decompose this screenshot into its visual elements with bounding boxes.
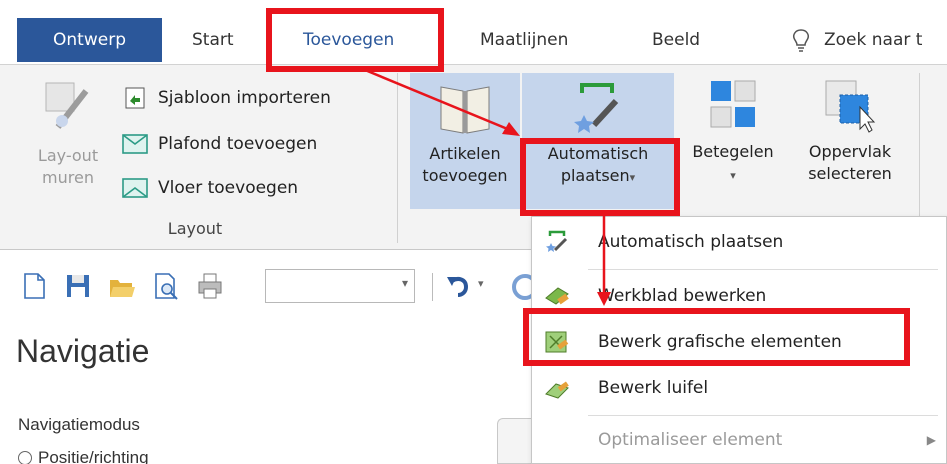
undo-icon[interactable] (444, 271, 472, 301)
lightbulb-icon (793, 29, 809, 52)
ribbon-tab-bar: Ontwerp Start Toevoegen Maatlijnen Beeld… (0, 0, 947, 64)
menu-item-edit-graphic-elements[interactable]: Bewerk grafische elementen (532, 319, 946, 365)
group-divider (397, 73, 398, 243)
add-items-label: Artikelen toevoegen (422, 144, 508, 185)
open-folder-icon[interactable] (108, 271, 136, 301)
tab-ontwerp[interactable]: Ontwerp (17, 18, 162, 62)
auto-place-button[interactable]: Automatisch plaatsen▾ (522, 73, 674, 209)
tab-maatlijnen[interactable]: Maatlijnen (480, 18, 568, 62)
canopy-edit-icon (545, 381, 569, 399)
layout-group-label: Layout (167, 219, 223, 238)
dropdown-caret-icon: ▾ (629, 171, 636, 184)
submenu-arrow-icon: ▶ (926, 433, 936, 447)
add-items-button[interactable]: Artikelen toevoegen (410, 73, 520, 209)
toolbar-separator (432, 273, 433, 301)
tile-label: Betegelen (692, 142, 774, 161)
ceiling-icon (122, 134, 148, 154)
navigation-mode-label: Navigatiemodus (18, 415, 140, 434)
template-import-icon (125, 87, 145, 109)
menu-separator (588, 415, 938, 416)
magic-wand-icon (574, 83, 619, 133)
add-floor-label: Vloer toevoegen (158, 178, 299, 198)
menu-item-edit-graphic-elements-label: Bewerk grafische elementen (598, 332, 842, 352)
radio-position-label: Positie/richting (38, 448, 149, 464)
layout-walls-icon (45, 82, 89, 129)
floor-icon (122, 178, 148, 198)
import-template-button[interactable]: Sjabloon importeren (118, 83, 331, 113)
menu-item-auto-place-label: Automatisch plaatsen (598, 232, 784, 252)
radio-position-direction[interactable]: Positie/richting (18, 448, 149, 464)
import-template-label: Sjabloon importeren (158, 88, 331, 108)
save-icon[interactable] (64, 271, 92, 301)
menu-item-auto-place[interactable]: Automatisch plaatsen (532, 219, 946, 265)
redo-icon[interactable] (505, 271, 533, 301)
print-preview-icon[interactable] (152, 271, 180, 301)
tile-button[interactable]: Betegelen ▾ (678, 77, 788, 187)
toolbar-combo-box[interactable]: ▾ (265, 269, 415, 303)
add-ceiling-label: Plafond toevoegen (158, 134, 318, 154)
menu-separator (588, 269, 938, 270)
graphic-elements-edit-icon (545, 331, 569, 353)
undo-dropdown-icon[interactable]: ▾ (478, 277, 484, 290)
book-icon (440, 86, 490, 134)
auto-place-dropdown-menu: Automatisch plaatsen Werkblad bewerken B… (531, 216, 947, 464)
menu-item-edit-worktop[interactable]: Werkblad bewerken (532, 273, 946, 319)
quick-access-toolbar: ▾ ▾ (0, 251, 540, 321)
tab-beeld[interactable]: Beeld (652, 18, 700, 62)
select-surface-button[interactable]: Oppervlak selecteren (790, 77, 910, 185)
menu-item-edit-canopy[interactable]: Bewerk luifel (532, 365, 946, 411)
select-surface-label: Oppervlak selecteren (808, 142, 892, 183)
tiles-icon (710, 80, 756, 128)
add-floor-button[interactable]: Vloer toevoegen (118, 173, 298, 203)
menu-item-optimize-element-label: Optimaliseer element (598, 430, 783, 450)
magic-wand-icon (546, 230, 568, 252)
layout-walls-label: Lay-out muren (37, 146, 99, 187)
radio-circle-icon[interactable] (18, 451, 32, 464)
tab-toevoegen[interactable]: Toevoegen (303, 18, 394, 62)
select-surface-icon (825, 80, 876, 133)
tile-dropdown-caret-icon: ▾ (730, 169, 736, 182)
new-document-icon[interactable] (20, 271, 48, 301)
search-tell-me[interactable]: Zoek naar t (824, 18, 922, 62)
layout-walls-button[interactable]: Lay-out muren (26, 77, 110, 189)
menu-item-edit-worktop-label: Werkblad bewerken (598, 286, 767, 306)
print-icon[interactable] (196, 271, 224, 301)
menu-item-optimize-element: Optimaliseer element ▶ (532, 417, 946, 463)
menu-item-edit-canopy-label: Bewerk luifel (598, 378, 709, 398)
worktop-edit-icon (545, 287, 569, 305)
navigation-title: Navigatie (16, 333, 150, 369)
add-ceiling-button[interactable]: Plafond toevoegen (118, 129, 317, 159)
tab-start[interactable]: Start (192, 18, 234, 62)
combo-chevron-down-icon: ▾ (401, 276, 408, 290)
